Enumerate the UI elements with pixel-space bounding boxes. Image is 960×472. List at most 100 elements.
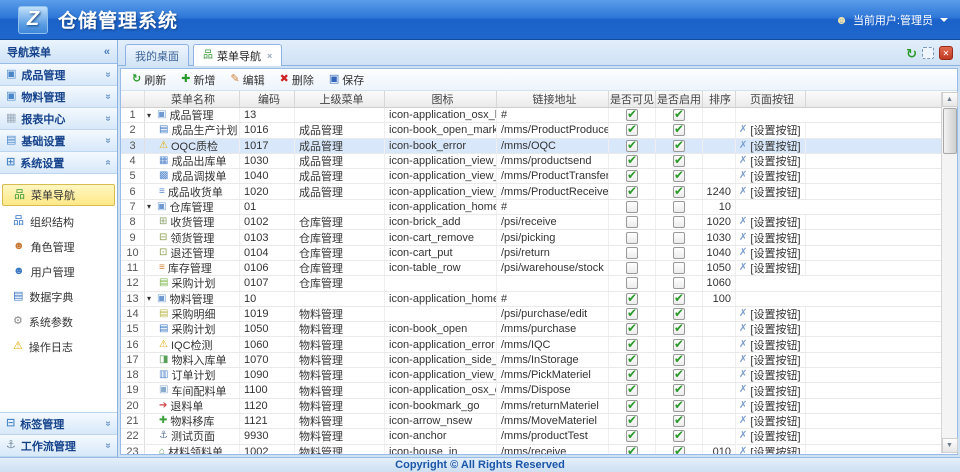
- tab[interactable]: 我的桌面: [125, 44, 189, 66]
- visible-checkbox[interactable]: [626, 216, 638, 228]
- page-button-cell[interactable]: ✗ [设置按钮]: [736, 429, 806, 443]
- close-tab-icon[interactable]: ✕: [939, 46, 953, 60]
- sidebar-accordion-item[interactable]: ⚓ 工作流管理 »: [0, 435, 117, 457]
- enabled-checkbox[interactable]: [673, 124, 685, 136]
- tree-expand-icon[interactable]: ▾: [147, 202, 157, 211]
- visible-checkbox[interactable]: [626, 400, 638, 412]
- page-button-cell[interactable]: ✗ [设置按钮]: [736, 123, 806, 137]
- visible-checkbox[interactable]: [626, 430, 638, 442]
- visible-checkbox[interactable]: [626, 186, 638, 198]
- toolbar-button[interactable]: ✚ 新增: [175, 71, 221, 89]
- table-row[interactable]: 20 ▾ ➔ 退料单 1120 物料管理 icon-bookmark_go /m…: [121, 399, 941, 414]
- visible-checkbox[interactable]: [626, 140, 638, 152]
- table-row[interactable]: 18 ▾ ▥ 订单计划 1090 物料管理 icon-application_v…: [121, 368, 941, 383]
- maximize-icon[interactable]: [922, 47, 934, 59]
- visible-checkbox[interactable]: [626, 247, 638, 259]
- page-button-cell[interactable]: ✗ [设置按钮]: [736, 399, 806, 413]
- table-row[interactable]: 17 ▾ ◨ 物料入库单 1070 物料管理 icon-application_…: [121, 353, 941, 368]
- page-button-cell[interactable]: ✗ [设置按钮]: [736, 230, 806, 244]
- enabled-checkbox[interactable]: [673, 247, 685, 259]
- enabled-checkbox[interactable]: [673, 109, 685, 121]
- page-button-cell[interactable]: ✗ [设置按钮]: [736, 246, 806, 260]
- visible-checkbox[interactable]: [626, 323, 638, 335]
- table-row[interactable]: 10 ▾ ⊡ 退还管理 0104 仓库管理 icon-cart_put /psi…: [121, 246, 941, 261]
- tab[interactable]: 品 菜单导航 ×: [193, 44, 282, 66]
- table-row[interactable]: 19 ▾ ▣ 车间配料单 1100 物料管理 icon-application_…: [121, 383, 941, 398]
- page-button-cell[interactable]: ✗ [设置按钮]: [736, 307, 806, 321]
- column-header[interactable]: 是否可见: [609, 91, 656, 107]
- column-header[interactable]: 菜单名称: [145, 91, 240, 107]
- enabled-checkbox[interactable]: [673, 216, 685, 228]
- visible-checkbox[interactable]: [626, 155, 638, 167]
- sidebar-submenu-item[interactable]: 品 菜单导航: [2, 184, 115, 206]
- column-header[interactable]: 页面按钮: [736, 91, 806, 107]
- table-row[interactable]: 2 ▾ ▤ 成品生产计划 1016 成品管理 icon-book_open_ma…: [121, 123, 941, 138]
- page-button-cell[interactable]: ✗ [设置按钮]: [736, 184, 806, 198]
- toolbar-button[interactable]: ▣ 保存: [323, 71, 370, 89]
- enabled-checkbox[interactable]: [673, 446, 685, 454]
- vertical-scrollbar[interactable]: ▲ ▼: [941, 92, 957, 453]
- visible-checkbox[interactable]: [626, 262, 638, 274]
- page-button-cell[interactable]: ✗ [设置按钮]: [736, 215, 806, 229]
- visible-checkbox[interactable]: [626, 339, 638, 351]
- sidebar-submenu-item[interactable]: ▤ 数据字典: [0, 284, 117, 309]
- table-row[interactable]: 22 ▾ ⚓ 测试页面 9930 物料管理 icon-anchor /mms/p…: [121, 429, 941, 444]
- table-row[interactable]: 6 ▾ ≡ 成品收货单 1020 成品管理 icon-application_v…: [121, 184, 941, 199]
- table-row[interactable]: 15 ▾ ▤ 采购计划 1050 物料管理 icon-book_open /mm…: [121, 322, 941, 337]
- table-row[interactable]: 14 ▾ ▤ 采购明细 1019 物料管理 /psi/purchase/edit…: [121, 307, 941, 322]
- column-header[interactable]: 是否启用: [656, 91, 703, 107]
- sidebar-submenu-item[interactable]: ⚙ 系统参数: [0, 309, 117, 334]
- visible-checkbox[interactable]: [626, 277, 638, 289]
- page-button-cell[interactable]: ✗ [设置按钮]: [736, 383, 806, 397]
- enabled-checkbox[interactable]: [673, 186, 685, 198]
- enabled-checkbox[interactable]: [673, 201, 685, 213]
- column-header[interactable]: 链接地址: [497, 91, 609, 107]
- table-row[interactable]: 12 ▾ ▤ 采购计划 0107 仓库管理 1060: [121, 276, 941, 291]
- visible-checkbox[interactable]: [626, 124, 638, 136]
- page-button-cell[interactable]: ✗ [设置按钮]: [736, 368, 806, 382]
- sidebar-collapse-button[interactable]: «: [104, 46, 110, 58]
- visible-checkbox[interactable]: [626, 201, 638, 213]
- tree-expand-icon[interactable]: ▾: [147, 294, 157, 303]
- table-row[interactable]: 4 ▾ ▦ 成品出库单 1030 成品管理 icon-application_v…: [121, 154, 941, 169]
- table-row[interactable]: 3 ▾ ⚠ OQC质检 1017 成品管理 icon-book_error /m…: [121, 139, 941, 154]
- toolbar-button[interactable]: ✎ 编辑: [224, 71, 270, 89]
- enabled-checkbox[interactable]: [673, 430, 685, 442]
- sidebar-submenu-item[interactable]: ☻ 角色管理: [0, 234, 117, 259]
- sidebar-accordion-item[interactable]: ▣ 成品管理 »: [0, 64, 117, 86]
- sidebar-accordion-item[interactable]: ▣ 物料管理 »: [0, 86, 117, 108]
- table-row[interactable]: 23 ▾ ⌂ 材料领料单 1002 物料管理 icon-house_in /mm…: [121, 445, 941, 454]
- page-button-cell[interactable]: ✗ [设置按钮]: [736, 353, 806, 367]
- visible-checkbox[interactable]: [626, 293, 638, 305]
- visible-checkbox[interactable]: [626, 415, 638, 427]
- scroll-up-icon[interactable]: ▲: [942, 92, 958, 107]
- table-row[interactable]: 5 ▾ ▩ 成品调拨单 1040 成品管理 icon-application_v…: [121, 169, 941, 184]
- table-row[interactable]: 7 ▾ ▣ 仓库管理 01 icon-application_home # 10: [121, 200, 941, 215]
- table-row[interactable]: 8 ▾ ⊞ 收货管理 0102 仓库管理 icon-brick_add /psi…: [121, 215, 941, 230]
- toolbar-button[interactable]: ✖ 删除: [274, 71, 320, 89]
- enabled-checkbox[interactable]: [673, 323, 685, 335]
- column-header[interactable]: 上级菜单: [295, 91, 385, 107]
- enabled-checkbox[interactable]: [673, 232, 685, 244]
- visible-checkbox[interactable]: [626, 446, 638, 454]
- enabled-checkbox[interactable]: [673, 369, 685, 381]
- sidebar-accordion-item[interactable]: ▤ 基础设置 »: [0, 130, 117, 152]
- enabled-checkbox[interactable]: [673, 339, 685, 351]
- refresh-tabs-icon[interactable]: ↻: [906, 47, 917, 60]
- table-row[interactable]: 21 ▾ ✚ 物料移库 1121 物料管理 icon-arrow_nsew /m…: [121, 414, 941, 429]
- current-user-dropdown[interactable]: ☻ 当前用户:管理员: [835, 12, 948, 28]
- enabled-checkbox[interactable]: [673, 354, 685, 366]
- table-row[interactable]: 1 ▾ ▣ 成品管理 13 icon-application_osx_home …: [121, 108, 941, 123]
- enabled-checkbox[interactable]: [673, 140, 685, 152]
- page-button-cell[interactable]: ✗ [设置按钮]: [736, 322, 806, 336]
- enabled-checkbox[interactable]: [673, 277, 685, 289]
- scrollbar-thumb[interactable]: [943, 108, 957, 154]
- visible-checkbox[interactable]: [626, 170, 638, 182]
- scroll-down-icon[interactable]: ▼: [942, 438, 958, 453]
- sidebar-accordion-item[interactable]: ⊞ 系统设置 »: [0, 152, 117, 174]
- page-button-cell[interactable]: ✗ [设置按钮]: [736, 261, 806, 275]
- sidebar-accordion-item[interactable]: ⊟ 标签管理 »: [0, 413, 117, 435]
- table-row[interactable]: 11 ▾ ≡ 库存管理 0106 仓库管理 icon-table_row /ps…: [121, 261, 941, 276]
- table-row[interactable]: 9 ▾ ⊟ 领货管理 0103 仓库管理 icon-cart_remove /p…: [121, 230, 941, 245]
- column-header[interactable]: 排序: [703, 91, 736, 107]
